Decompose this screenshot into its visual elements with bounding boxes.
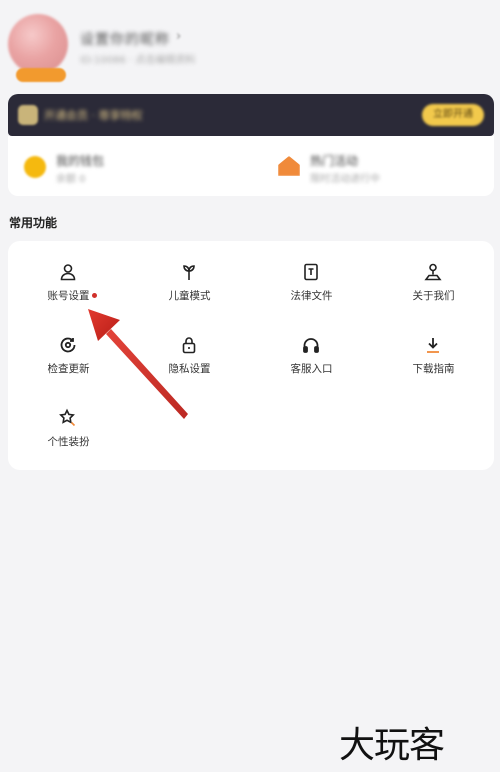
house-icon — [278, 156, 300, 176]
chevron-right-icon: › — [176, 29, 182, 44]
headphones-icon — [301, 335, 321, 355]
star-brush-icon — [58, 408, 78, 428]
section-title: 常用功能 — [9, 216, 58, 230]
activity-entry[interactable]: 热门活动 限时活动进行中 — [266, 136, 500, 196]
sprout-icon — [179, 262, 199, 282]
func-account-settings[interactable]: 账号设置 — [8, 262, 129, 322]
func-legal-docs[interactable]: 法律文件 — [251, 262, 372, 322]
vip-banner-text: 开通会员 · 尊享特权 — [44, 109, 143, 122]
func-label: 关于我们 — [412, 290, 455, 302]
func-personal-theme[interactable]: 个性装扮 — [8, 408, 129, 468]
vip-banner[interactable]: 开通会员 · 尊享特权 立即开通 — [8, 94, 494, 136]
func-check-update[interactable]: 检查更新 — [8, 335, 129, 395]
profile-header[interactable]: 设置你的昵称 › ID:10086 · 点击编辑资料 — [0, 0, 500, 92]
common-functions-card: 账号设置 儿童模式 法律文件 关于我们 检查更新 隐私设置 客服入口 下载指南 … — [8, 241, 494, 470]
refresh-circle-icon — [58, 335, 78, 355]
wallet-title: 我的钱包 — [56, 154, 105, 168]
coin-icon — [24, 156, 46, 178]
avatar[interactable] — [8, 14, 70, 84]
wallet-subtitle: 余额 0 — [56, 174, 86, 185]
watermark-logo: 大玩客 — [339, 725, 445, 766]
func-label: 儿童模式 — [168, 290, 211, 302]
stats-card: 我的钱包 余额 0 热门活动 限时活动进行中 — [8, 136, 494, 196]
crown-icon — [18, 105, 38, 125]
lock-icon — [179, 335, 199, 355]
func-download-guide[interactable]: 下载指南 — [373, 335, 494, 395]
document-icon — [301, 262, 321, 282]
func-privacy-settings[interactable]: 隐私设置 — [129, 335, 250, 395]
func-about-us[interactable]: 关于我们 — [373, 262, 494, 322]
avatar-image — [8, 14, 68, 74]
avatar-level-badge — [16, 68, 66, 82]
func-label: 下载指南 — [412, 363, 455, 375]
user-id: ID:10086 · 点击编辑资料 — [80, 55, 196, 66]
func-customer-service[interactable]: 客服入口 — [251, 335, 372, 395]
activity-title: 热门活动 — [310, 154, 359, 168]
vip-open-button[interactable]: 立即开通 — [422, 104, 484, 126]
person-icon — [58, 262, 78, 282]
activity-subtitle: 限时活动进行中 — [310, 174, 380, 185]
nickname[interactable]: 设置你的昵称 — [80, 29, 170, 49]
func-label: 个性装扮 — [47, 436, 90, 448]
download-icon — [423, 335, 443, 355]
func-kids-mode[interactable]: 儿童模式 — [129, 262, 250, 322]
func-label: 检查更新 — [47, 363, 90, 375]
func-label: 账号设置 — [47, 290, 90, 302]
func-label: 法律文件 — [290, 290, 333, 302]
location-person-icon — [423, 262, 443, 282]
func-label: 客服入口 — [290, 363, 333, 375]
notification-dot — [92, 293, 97, 298]
func-label: 隐私设置 — [168, 363, 211, 375]
wallet-entry[interactable]: 我的钱包 余额 0 — [8, 136, 248, 196]
